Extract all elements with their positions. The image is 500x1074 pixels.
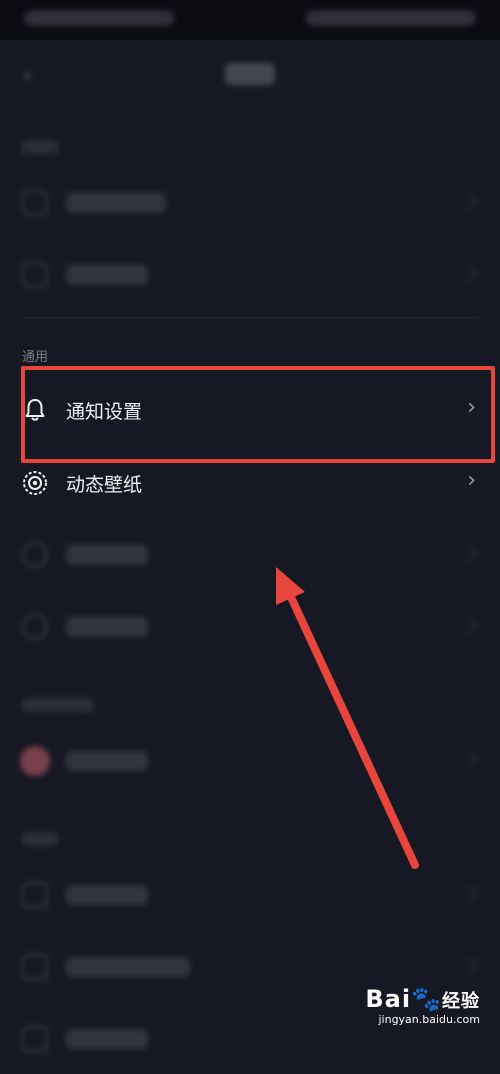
watermark-logo: Bai🐾经验	[365, 985, 480, 1013]
watermark: Bai🐾经验 jingyan.baidu.com	[365, 985, 480, 1026]
watermark-url: jingyan.baidu.com	[378, 1013, 480, 1026]
annotation-arrow	[276, 567, 419, 869]
